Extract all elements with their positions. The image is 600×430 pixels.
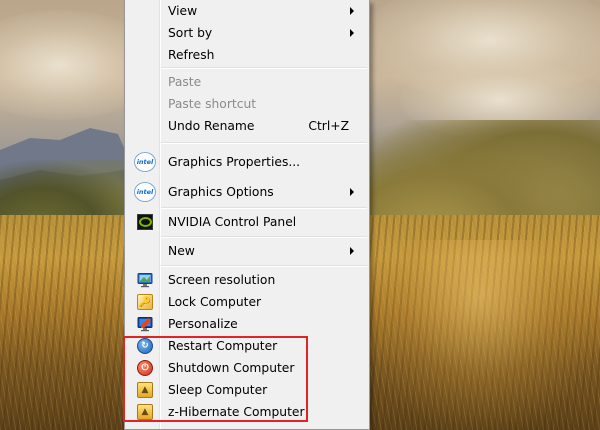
- sleep-icon: ▲: [137, 382, 153, 398]
- menu-item-sort-by[interactable]: Sort by: [127, 22, 367, 44]
- menu-item-paste-shortcut: Paste shortcut: [127, 93, 367, 115]
- desktop-context-menu: View Sort by Refresh Paste Paste shortcut Und…: [124, 0, 370, 430]
- menu-item-personalize[interactable]: Personalize: [127, 313, 367, 335]
- menu-separator: [161, 207, 367, 209]
- menu-item-label: Personalize: [168, 317, 238, 331]
- nvidia-icon: [137, 214, 153, 230]
- submenu-arrow-icon: [350, 7, 354, 15]
- menu-item-label: Screen resolution: [168, 273, 276, 287]
- intel-icon: intel: [134, 152, 156, 172]
- personalize-icon: [137, 316, 153, 332]
- menu-item-label: Lock Computer: [168, 295, 262, 309]
- menu-item-paste: Paste: [127, 71, 367, 93]
- menu-item-label: Shutdown Computer: [168, 361, 295, 375]
- menu-item-shortcut: Ctrl+Z: [308, 119, 349, 133]
- menu-separator: [161, 142, 367, 144]
- submenu-arrow-icon: [350, 29, 354, 37]
- menu-item-graphics-options[interactable]: intel Graphics Options: [127, 178, 367, 206]
- menu-item-label: Sleep Computer: [168, 383, 268, 397]
- restart-icon: ↻: [137, 338, 153, 354]
- menu-item-label: New: [168, 244, 195, 258]
- submenu-arrow-icon: [350, 188, 354, 196]
- menu-item-label: View: [168, 4, 198, 18]
- menu-item-label: z-Hibernate Computer: [168, 405, 305, 419]
- menu-item-label: NVIDIA Control Panel: [168, 215, 297, 229]
- menu-item-new[interactable]: New: [127, 240, 367, 262]
- monitor-icon: [137, 272, 153, 288]
- menu-item-screen-resolution[interactable]: Screen resolution: [127, 269, 367, 291]
- menu-item-view[interactable]: View: [127, 0, 367, 22]
- menu-item-label: Paste: [168, 75, 202, 89]
- menu-item-label: Graphics Options: [168, 185, 274, 199]
- menu-item-label: Restart Computer: [168, 339, 278, 353]
- intel-icon: intel: [134, 182, 156, 202]
- menu-separator: [161, 67, 367, 69]
- menu-item-shutdown-computer[interactable]: ⏻ Shutdown Computer: [127, 357, 367, 379]
- menu-item-label: Paste shortcut: [168, 97, 257, 111]
- menu-item-z-hibernate-computer[interactable]: ▲ z-Hibernate Computer: [127, 401, 367, 423]
- shutdown-icon: ⏻: [137, 360, 153, 376]
- menu-item-nvidia-control-panel[interactable]: NVIDIA Control Panel: [127, 211, 367, 233]
- menu-item-graphics-properties[interactable]: intel Graphics Properties...: [127, 148, 367, 176]
- menu-item-restart-computer[interactable]: ↻ Restart Computer: [127, 335, 367, 357]
- lock-icon: 🔑: [137, 294, 153, 310]
- menu-item-refresh[interactable]: Refresh: [127, 44, 367, 66]
- menu-item-lock-computer[interactable]: 🔑 Lock Computer: [127, 291, 367, 313]
- submenu-arrow-icon: [350, 247, 354, 255]
- menu-item-label: Undo Rename: [168, 119, 255, 133]
- menu-item-undo-rename[interactable]: Undo Rename Ctrl+Z: [127, 115, 367, 137]
- menu-separator: [161, 265, 367, 267]
- menu-item-label: Refresh: [168, 48, 215, 62]
- menu-separator: [161, 236, 367, 238]
- menu-item-label: Graphics Properties...: [168, 155, 301, 169]
- menu-item-sleep-computer[interactable]: ▲ Sleep Computer: [127, 379, 367, 401]
- menu-item-label: Sort by: [168, 26, 213, 40]
- hibernate-icon: ▲: [137, 404, 153, 420]
